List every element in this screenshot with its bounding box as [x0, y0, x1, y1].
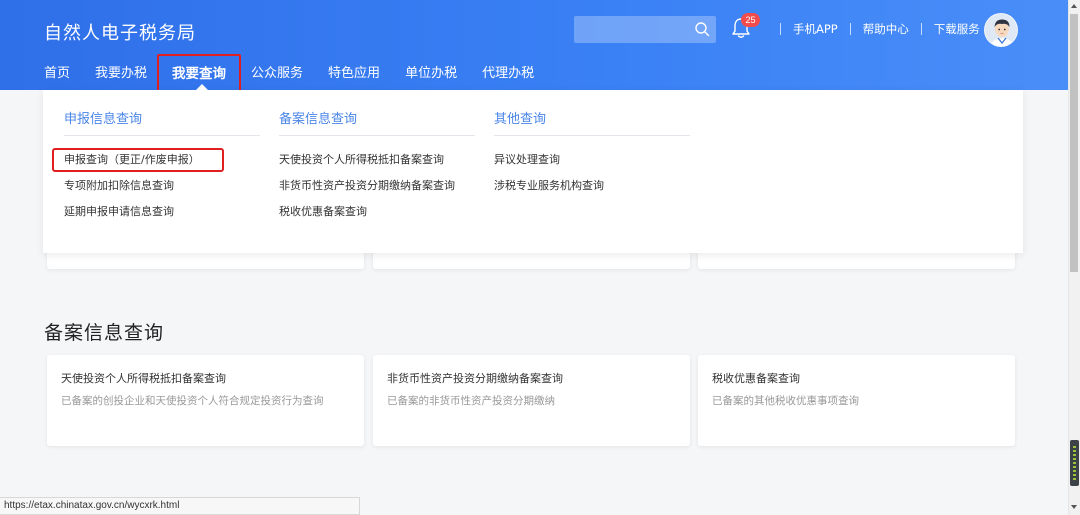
nav-featured-apps[interactable]: 特色应用 — [328, 64, 380, 88]
card-title[interactable]: 税收优惠备案查询 — [712, 370, 1001, 386]
dropdown-column-title: 申报信息查询 — [64, 90, 260, 136]
search-input[interactable] — [574, 16, 716, 43]
menu-item-non-monetary-asset-query[interactable]: 非货币性资产投资分期缴纳备案查询 — [279, 173, 475, 199]
nav-agent-tax[interactable]: 代理办税 — [482, 64, 534, 88]
link-mobile-app[interactable]: 手机APP — [793, 21, 838, 37]
divider — [920, 23, 922, 35]
top-links: 手机APP 帮助中心 下载服务 — [768, 21, 980, 37]
card-description: 已备案的其他税收优惠事项查询 — [712, 395, 859, 407]
nav-tax-handling[interactable]: 我要办税 — [95, 64, 147, 88]
card-angel-investment[interactable]: 天使投资个人所得税抵扣备案查询 已备案的创投企业和天使投资个人符合规定投资行为查… — [47, 355, 364, 446]
menu-item-tax-preference-query[interactable]: 税收优惠备案查询 — [279, 199, 475, 225]
status-bar-url: https://etax.chinatax.gov.cn/wycxrk.html — [0, 497, 360, 515]
side-widget-icon[interactable] — [1070, 440, 1079, 486]
nav-home[interactable]: 首页 — [44, 64, 70, 88]
menu-item-tax-agency-query[interactable]: 涉税专业服务机构查询 — [494, 173, 690, 199]
card-title[interactable]: 天使投资个人所得税抵扣备案查询 — [61, 370, 350, 386]
card-description: 已备案的创投企业和天使投资个人符合规定投资行为查询 — [61, 395, 324, 407]
nav-unit-tax[interactable]: 单位办税 — [405, 64, 457, 88]
card-description: 已备案的非货币性资产投资分期缴纳 — [387, 395, 555, 407]
divider — [780, 23, 781, 35]
link-help-center[interactable]: 帮助中心 — [863, 21, 909, 37]
dropdown-column-title: 备案信息查询 — [279, 90, 475, 136]
vertical-scrollbar[interactable] — [1068, 0, 1080, 515]
main-nav: 首页 我要办税 我要查询 公众服务 特色应用 单位办税 代理办税 — [44, 64, 559, 88]
site-title[interactable]: 自然人电子税务局 — [44, 19, 196, 45]
menu-item-special-deduction-query[interactable]: 专项附加扣除信息查询 — [64, 173, 260, 199]
search-icon[interactable] — [694, 21, 710, 37]
menu-item-angel-investment-query[interactable]: 天使投资个人所得税抵扣备案查询 — [279, 147, 475, 173]
dropdown-column-other: 其他查询 异议处理查询 涉税专业服务机构查询 — [494, 90, 690, 199]
dropdown-column-title: 其他查询 — [494, 90, 690, 136]
card-tax-preference[interactable]: 税收优惠备案查询 已备案的其他税收优惠事项查询 — [698, 355, 1015, 446]
link-download-service[interactable]: 下载服务 — [934, 21, 980, 37]
top-header: 自然人电子税务局 25 手机APP 帮助中心 下载服务 首页 我要办税 我要查询… — [0, 0, 1080, 94]
menu-item-objection-query[interactable]: 异议处理查询 — [494, 147, 690, 173]
avatar[interactable] — [984, 13, 1018, 47]
scroll-down-arrow-icon[interactable] — [1071, 505, 1077, 509]
dropdown-column-filing: 备案信息查询 天使投资个人所得税抵扣备案查询 非货币性资产投资分期缴纳备案查询 … — [279, 90, 475, 225]
card-title[interactable]: 非货币性资产投资分期缴纳备案查询 — [387, 370, 676, 386]
scroll-thumb[interactable] — [1070, 14, 1078, 272]
menu-item-highlight — [52, 148, 224, 172]
card-non-monetary-asset[interactable]: 非货币性资产投资分期缴纳备案查询 已备案的非货币性资产投资分期缴纳 — [373, 355, 690, 446]
notification-badge: 25 — [741, 13, 760, 27]
section-title: 备案信息查询 — [44, 322, 165, 344]
scroll-up-arrow-icon[interactable] — [1071, 4, 1077, 8]
nav-public-service[interactable]: 公众服务 — [251, 64, 303, 88]
menu-item-deferred-declaration-query[interactable]: 延期申报申请信息查询 — [64, 199, 260, 225]
avatar-icon — [985, 14, 1017, 46]
divider — [849, 23, 851, 35]
